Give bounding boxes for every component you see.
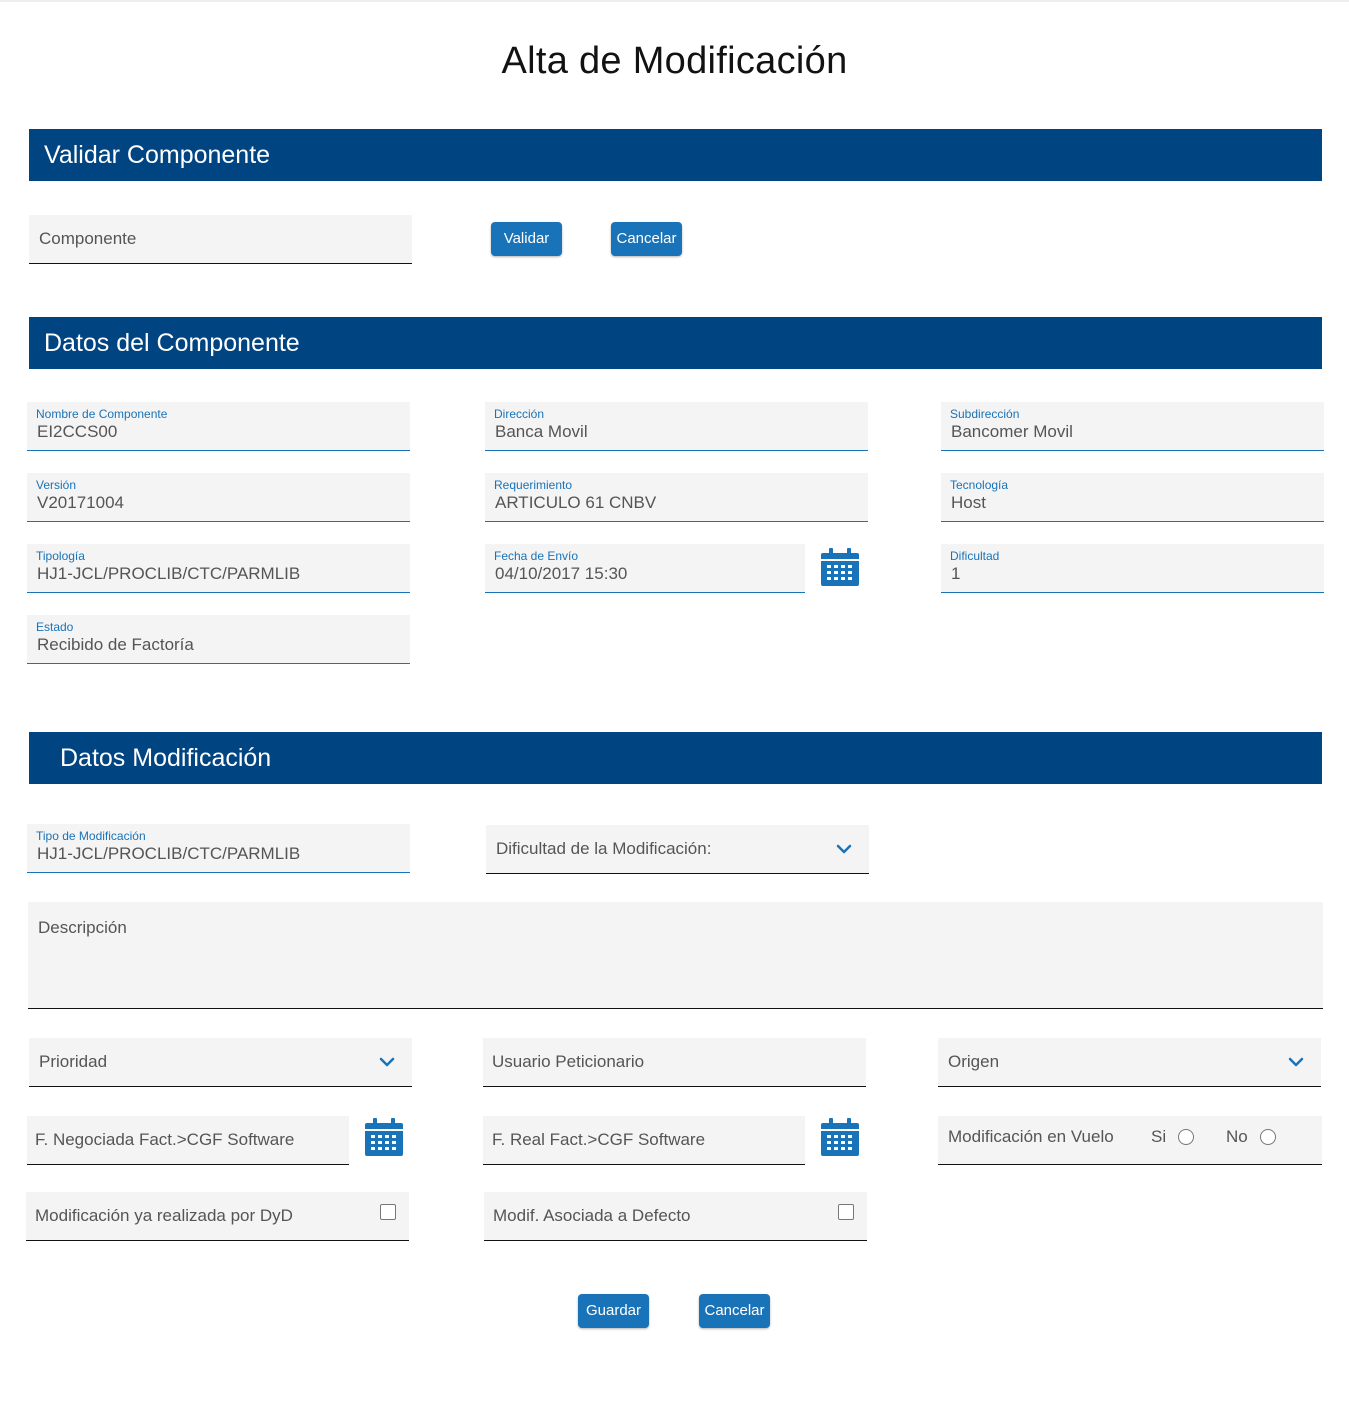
cancelar-validar-button[interactable]: Cancelar	[611, 222, 682, 256]
no-radio[interactable]	[1260, 1129, 1276, 1145]
dificultad-field[interactable]: Dificultad 1	[941, 544, 1324, 593]
version-field[interactable]: Versión V20171004	[27, 473, 410, 522]
dificultad-modificacion-select[interactable]: Dificultad de la Modificación:	[486, 825, 869, 874]
origen-placeholder: Origen	[948, 1052, 1000, 1071]
calendar-icon[interactable]	[364, 1117, 404, 1157]
usuario-peticionario-input[interactable]: Usuario Peticionario	[483, 1038, 866, 1087]
guardar-button[interactable]: Guardar	[578, 1294, 649, 1328]
defecto-checkbox[interactable]	[838, 1204, 854, 1220]
modif-defecto-field: Modif. Asociada a Defecto	[484, 1192, 867, 1241]
descripcion-textarea[interactable]: Descripción	[28, 902, 1323, 1009]
usuario-peticionario-placeholder: Usuario Peticionario	[492, 1052, 645, 1071]
nombre-componente-label: Nombre de Componente	[36, 407, 168, 421]
section-header-datos-componente: Datos del Componente	[29, 317, 1322, 369]
si-radio[interactable]	[1178, 1129, 1194, 1145]
nombre-componente-field[interactable]: Nombre de Componente EI2CCS00	[27, 402, 410, 451]
prioridad-select[interactable]: Prioridad	[29, 1038, 412, 1087]
direccion-value: Banca Movil	[495, 422, 588, 441]
page-title: Alta de Modificación	[501, 40, 848, 82]
tipologia-label: Tipología	[36, 549, 85, 563]
direccion-label: Dirección	[494, 407, 545, 421]
tipologia-field[interactable]: Tipología HJ1-JCL/PROCLIB/CTC/PARMLIB	[27, 544, 410, 593]
dificultad-label: Dificultad	[950, 549, 1000, 563]
prioridad-placeholder: Prioridad	[39, 1052, 108, 1071]
fecha-envio-label: Fecha de Envío	[494, 549, 579, 563]
modif-defecto-label: Modif. Asociada a Defecto	[493, 1206, 691, 1225]
tecnologia-label: Tecnología	[950, 478, 1009, 492]
tecnologia-value: Host	[951, 493, 986, 512]
descripcion-placeholder: Descripción	[38, 918, 127, 937]
componente-placeholder: Componente	[39, 229, 137, 248]
direccion-field[interactable]: Dirección Banca Movil	[485, 402, 868, 451]
chevron-down-icon	[836, 844, 852, 854]
tipo-modificacion-value: HJ1-JCL/PROCLIB/CTC/PARMLIB	[37, 844, 301, 863]
version-label: Versión	[36, 478, 77, 492]
estado-value: Recibido de Factoría	[37, 635, 194, 654]
f-negociada-input[interactable]: F. Negociada Fact.>CGF Software	[27, 1116, 349, 1165]
f-negociada-placeholder: F. Negociada Fact.>CGF Software	[35, 1130, 295, 1149]
f-real-placeholder: F. Real Fact.>CGF Software	[492, 1130, 706, 1149]
validar-button[interactable]: Validar	[491, 222, 562, 256]
tecnologia-field[interactable]: Tecnología Host	[941, 473, 1324, 522]
modificacion-vuelo-label: Modificación en Vuelo	[948, 1127, 1114, 1146]
fecha-envio-field[interactable]: Fecha de Envío 04/10/2017 15:30	[485, 544, 805, 593]
subdireccion-label: Subdirección	[950, 407, 1020, 421]
subdireccion-field[interactable]: Subdirección Bancomer Movil	[941, 402, 1324, 451]
tipo-modificacion-field[interactable]: Tipo de Modificación HJ1-JCL/PROCLIB/CTC…	[27, 824, 410, 873]
tipo-modificacion-label: Tipo de Modificación	[36, 829, 146, 843]
requerimiento-label: Requerimiento	[494, 478, 573, 492]
origen-select[interactable]: Origen	[938, 1038, 1321, 1087]
dyd-checkbox[interactable]	[380, 1204, 396, 1220]
f-real-input[interactable]: F. Real Fact.>CGF Software	[483, 1116, 805, 1165]
no-label: No	[1226, 1127, 1248, 1146]
requerimiento-value: ARTICULO 61 CNBV	[495, 493, 657, 512]
modificacion-dyd-field: Modificación ya realizada por DyD	[26, 1192, 409, 1241]
nombre-componente-value: EI2CCS00	[37, 422, 118, 441]
modificacion-vuelo-group: Modificación en Vuelo Si No	[938, 1116, 1322, 1165]
tipologia-value: HJ1-JCL/PROCLIB/CTC/PARMLIB	[37, 564, 301, 583]
modificacion-dyd-label: Modificación ya realizada por DyD	[35, 1206, 293, 1225]
chevron-down-icon	[379, 1057, 395, 1067]
version-value: V20171004	[37, 493, 124, 512]
componente-input[interactable]: Componente	[29, 215, 412, 264]
dificultad-modificacion-placeholder: Dificultad de la Modificación:	[496, 839, 712, 858]
dificultad-value: 1	[951, 564, 961, 583]
requerimiento-field[interactable]: Requerimiento ARTICULO 61 CNBV	[485, 473, 868, 522]
cancelar-button[interactable]: Cancelar	[699, 1294, 770, 1328]
section-header-validar: Validar Componente	[29, 129, 1322, 181]
estado-label: Estado	[36, 620, 74, 634]
calendar-icon[interactable]	[820, 1117, 860, 1157]
calendar-icon[interactable]	[820, 547, 860, 587]
section-header-datos-modificacion: Datos Modificación	[29, 732, 1322, 784]
fecha-envio-value: 04/10/2017 15:30	[495, 564, 628, 583]
si-label: Si	[1151, 1127, 1167, 1146]
subdireccion-value: Bancomer Movil	[951, 422, 1073, 441]
chevron-down-icon	[1288, 1057, 1304, 1067]
top-divider	[0, 0, 1349, 2]
estado-field[interactable]: Estado Recibido de Factoría	[27, 615, 410, 664]
